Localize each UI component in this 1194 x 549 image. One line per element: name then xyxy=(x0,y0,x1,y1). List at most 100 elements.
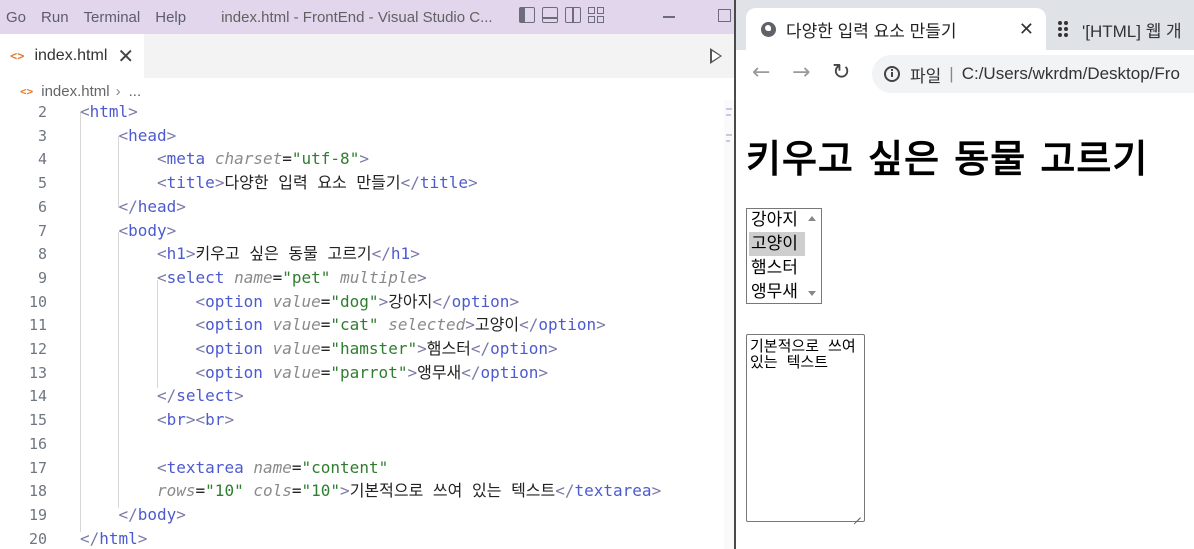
forward-arrow-icon[interactable]: → xyxy=(792,62,810,84)
editor-tab-label: index.html xyxy=(34,47,108,64)
line-number: 11 xyxy=(28,316,47,335)
address-url[interactable]: C:/Users/wkrdm/Desktop/Fro xyxy=(962,64,1180,84)
layout-controls xyxy=(519,7,604,23)
info-icon[interactable] xyxy=(884,66,900,82)
breadcrumb-more[interactable]: ... xyxy=(129,83,142,100)
code-line[interactable]: 19 </body> xyxy=(0,503,724,527)
toggle-primary-sidebar-icon[interactable] xyxy=(519,7,535,23)
code-line[interactable]: 14 </select> xyxy=(0,384,724,408)
resize-grip-icon[interactable] xyxy=(852,509,861,518)
toggle-secondary-sidebar-icon[interactable] xyxy=(565,7,581,23)
code-text: <br><br> xyxy=(157,410,235,430)
code-text: rows="10" cols="10">기본적으로 쓰여 있는 텍스트</tex… xyxy=(157,481,662,501)
code-text: </body> xyxy=(118,504,186,524)
code-text: <option value="parrot">앵무새</option> xyxy=(195,362,548,382)
code-line[interactable]: 11 <option value="cat" selected>고양이</opti… xyxy=(0,313,724,337)
line-number: 5 xyxy=(37,174,47,193)
vscode-titlebar: Go Run Terminal Help index.html - FrontE… xyxy=(0,0,734,34)
scroll-down-icon[interactable] xyxy=(808,291,816,296)
code-line[interactable]: 5 <title>다양한 입력 요소 만들기</title> xyxy=(0,171,724,195)
line-number: 18 xyxy=(28,482,47,501)
code-line[interactable]: 16 xyxy=(0,432,724,456)
minimize-icon[interactable] xyxy=(663,16,675,18)
editor-tab-bar: <> index.html ✕ xyxy=(0,34,734,78)
menu-terminal[interactable]: Terminal xyxy=(78,9,150,26)
toggle-panel-icon[interactable] xyxy=(542,7,558,23)
vscode-window: Go Run Terminal Help index.html - FrontE… xyxy=(0,0,734,549)
minimap[interactable] xyxy=(724,100,734,549)
listbox-scrollbar[interactable] xyxy=(803,209,821,303)
globe-icon xyxy=(761,21,776,37)
line-number: 8 xyxy=(37,245,47,264)
address-bar[interactable]: 파일 | C:/Users/wkrdm/Desktop/Fro xyxy=(872,55,1194,93)
code-line[interactable]: 7 <body> xyxy=(0,219,724,243)
line-number: 10 xyxy=(28,292,47,311)
line-number: 2 xyxy=(37,103,47,121)
menu-go[interactable]: Go xyxy=(0,9,35,26)
breadcrumb-file[interactable]: index.html xyxy=(41,83,109,100)
code-text: </head> xyxy=(118,196,186,216)
line-number: 6 xyxy=(37,197,47,216)
code-line[interactable]: 6 </head> xyxy=(0,195,724,219)
site-favicon-icon xyxy=(1058,21,1068,37)
code-text: <html> xyxy=(80,102,138,121)
reload-icon[interactable]: ↻ xyxy=(832,62,850,84)
code-text: <meta charset="utf-8"> xyxy=(157,149,369,169)
browser-toolbar: ← → ↻ 파일 | C:/Users/wkrdm/Desktop/Fro xyxy=(736,50,1194,99)
browser-tab-active[interactable]: 다양한 입력 요소 만들기 ✕ xyxy=(746,8,1046,50)
line-number: 16 xyxy=(28,434,47,453)
select-option[interactable]: 햄스터 xyxy=(749,256,805,280)
pet-select-listbox[interactable]: 강아지 고양이 햄스터 앵무새 xyxy=(746,208,822,304)
menu-run[interactable]: Run xyxy=(35,9,78,26)
scroll-up-icon[interactable] xyxy=(808,216,816,221)
line-number: 4 xyxy=(37,150,47,169)
browser-window: 다양한 입력 요소 만들기 ✕ '[HTML] 웹 개 ← → ↻ 파일 | C… xyxy=(734,0,1194,549)
code-line[interactable]: 2 <html> xyxy=(0,100,724,124)
code-line[interactable]: 17 <textarea name="content" xyxy=(0,456,724,480)
code-text: <option value="hamster">햄스터</option> xyxy=(195,339,558,358)
code-text: <head> xyxy=(118,125,177,145)
line-number: 14 xyxy=(28,387,47,406)
close-tab-icon[interactable]: ✕ xyxy=(117,44,134,69)
code-line[interactable]: 10 <option value="dog">강아지</option> xyxy=(0,290,724,314)
browser-tab-title: 다양한 입력 요소 만들기 xyxy=(786,21,957,41)
content-textarea[interactable]: 기본적으로 쓰여 있는 텍스트 xyxy=(746,334,865,522)
code-editor[interactable]: 2 <html> 3 <head> 4 <meta charset="utf-8"> 5 <t… xyxy=(0,100,724,549)
page-heading: 키우고 싶은 동물 고르기 xyxy=(746,137,1149,181)
code-text: <h1>키우고 싶은 동물 고르기</h1> xyxy=(157,244,420,264)
window-title: index.html - FrontEnd - Visual Studio C.… xyxy=(221,8,493,26)
customize-layout-icon[interactable] xyxy=(588,7,604,23)
code-line[interactable]: 4 <meta charset="utf-8"> xyxy=(0,147,724,171)
code-line[interactable]: 18 rows="10" cols="10">기본적으로 쓰여 있는 텍스트</t… xyxy=(0,479,724,503)
run-icon[interactable] xyxy=(710,48,722,64)
code-text: <option value="dog">강아지</option> xyxy=(195,291,520,311)
page-content: 키우고 싶은 동물 고르기 강아지 고양이 햄스터 앵무새 기본적으로 쓰여 있는 텍… xyxy=(736,98,1194,549)
close-tab-icon[interactable]: ✕ xyxy=(1019,19,1034,40)
select-option[interactable]: 강아지 xyxy=(749,208,805,232)
line-number: 15 xyxy=(28,411,47,430)
address-scheme-label: 파일 xyxy=(910,66,942,86)
html-file-icon: <> xyxy=(20,84,34,98)
browser-tab-inactive[interactable]: '[HTML] 웹 개 xyxy=(1058,10,1182,48)
menu-help[interactable]: Help xyxy=(149,9,195,26)
code-line[interactable]: 20 </html> xyxy=(0,527,724,549)
select-option[interactable]: 고양이 xyxy=(749,232,805,256)
editor-tab-index-html[interactable]: <> index.html ✕ xyxy=(0,34,144,78)
code-line[interactable]: 3 <head> xyxy=(0,124,724,148)
select-option[interactable]: 앵무새 xyxy=(749,280,805,304)
code-line[interactable]: 12 <option value="hamster">햄스터</option> xyxy=(0,337,724,361)
code-text: <textarea name="content" xyxy=(157,457,389,477)
line-number: 17 xyxy=(28,458,47,477)
code-line[interactable]: 13 <option value="parrot">앵무새</option> xyxy=(0,361,724,385)
code-line[interactable]: 8 <h1>키우고 싶은 동물 고르기</h1> xyxy=(0,242,724,266)
html-file-icon: <> xyxy=(10,49,25,63)
maximize-icon[interactable] xyxy=(718,9,731,22)
chevron-right-icon: › xyxy=(115,82,121,100)
code-line[interactable]: 15 <br><br> xyxy=(0,408,724,432)
code-text: <select name="pet" multiple> xyxy=(157,267,427,287)
line-number: 20 xyxy=(28,529,47,548)
back-arrow-icon[interactable]: ← xyxy=(752,62,770,84)
address-separator: | xyxy=(949,64,954,83)
code-line[interactable]: 9 <select name="pet" multiple> xyxy=(0,266,724,290)
code-text: <body> xyxy=(118,220,177,240)
